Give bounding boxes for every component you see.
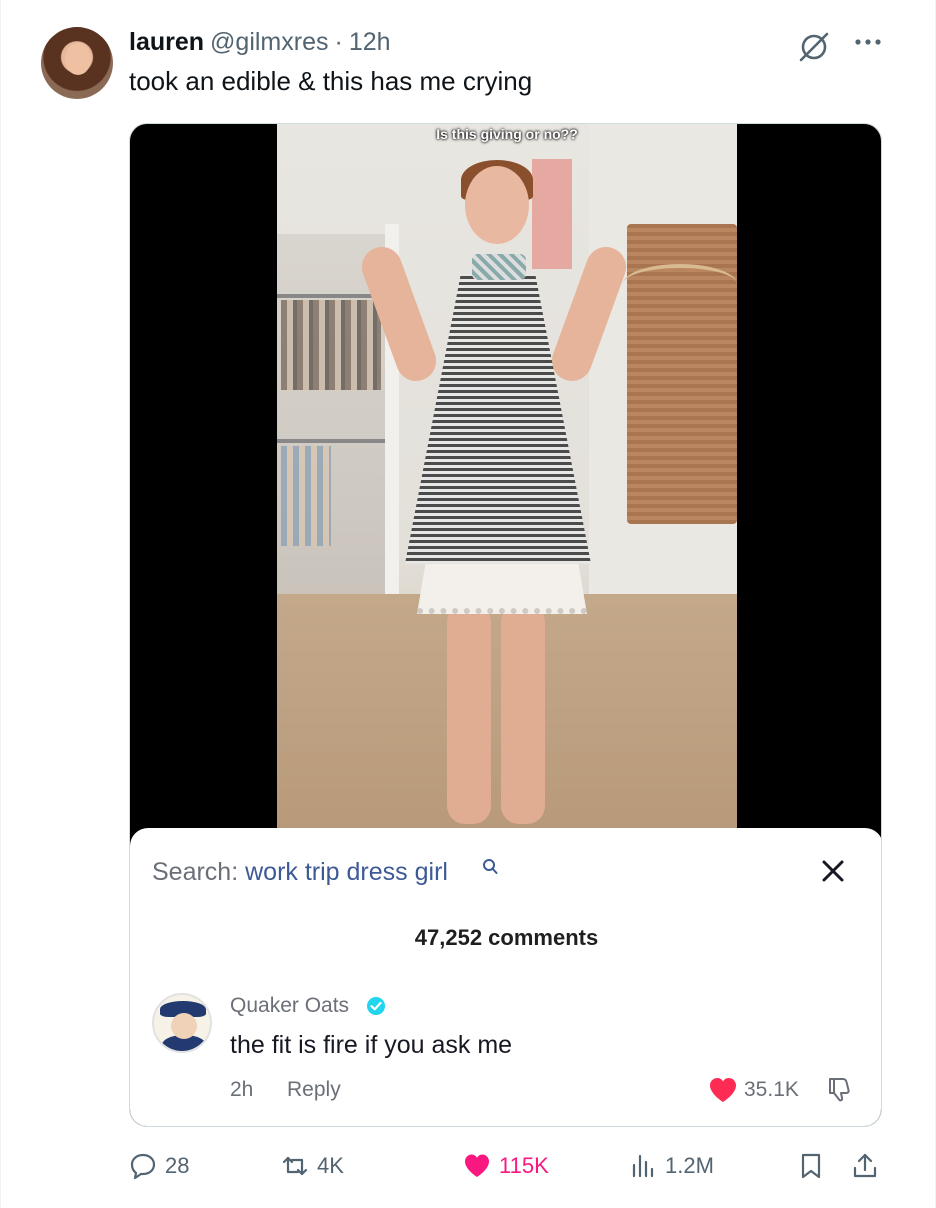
grok-icon[interactable] [797, 30, 831, 64]
comment-time: 2h [230, 1078, 254, 1101]
verified-badge-icon [367, 997, 385, 1015]
close-icon[interactable] [818, 856, 848, 886]
person-leg [447, 604, 491, 824]
share-icon [853, 1153, 877, 1178]
bookmark-icon [801, 1153, 821, 1179]
comments-card: Search: work trip dress girl 47,252 comm… [130, 828, 881, 1126]
commenter-name[interactable]: Quaker Oats [230, 994, 349, 1018]
share-button[interactable] [851, 1148, 879, 1184]
hanger [623, 264, 737, 304]
person-head [465, 166, 529, 244]
heart-icon[interactable] [708, 1076, 738, 1104]
pink-towel [532, 159, 572, 269]
gingham-dress [405, 274, 591, 564]
view-count: 1.2M [665, 1153, 714, 1178]
video-frame[interactable]: Is this giving or no?? [277, 124, 737, 834]
reply-count: 28 [165, 1153, 190, 1178]
tweet-header: lauren @gilmxres · 12h [129, 28, 391, 60]
more-options-icon[interactable] [851, 30, 885, 54]
eyelet-slip [417, 564, 587, 614]
user-avatar[interactable] [41, 27, 113, 99]
search-query[interactable]: work trip dress girl [245, 858, 448, 886]
closet [277, 234, 387, 654]
dislike-icon[interactable] [824, 1074, 854, 1104]
comment-likes: 35.1K [744, 1078, 799, 1101]
comment-reply-button[interactable]: Reply [287, 1078, 341, 1102]
tweet-media[interactable]: Is this giving or no?? Search: work trip… [129, 123, 882, 1127]
like-count: 115K [499, 1153, 549, 1178]
neck-scarf [472, 254, 526, 280]
tweet-time[interactable]: 12h [349, 28, 391, 57]
views-button[interactable]: 1.2M [629, 1148, 714, 1184]
repost-button[interactable]: 4K [281, 1148, 344, 1184]
tweet-text: took an edible & this has me crying [129, 66, 533, 96]
like-button[interactable]: 115K [463, 1148, 549, 1184]
repost-count: 4K [317, 1153, 344, 1178]
bookmark-button[interactable] [797, 1148, 825, 1184]
tweet-container: lauren @gilmxres · 12h took an edible & … [0, 0, 936, 1208]
search-row[interactable]: Search: work trip dress girl [152, 858, 448, 887]
comment-text: the fit is fire if you ask me [230, 1031, 513, 1059]
comment-count: 47,252 comments [414, 925, 599, 950]
display-name[interactable]: lauren [129, 28, 204, 57]
commenter-avatar[interactable] [152, 993, 212, 1053]
repost-icon [282, 1156, 308, 1176]
reply-icon [130, 1153, 156, 1180]
tweet-actions: 28 4K 115K 1.2M [129, 1148, 885, 1184]
analytics-icon [632, 1154, 654, 1178]
separator-dot: · [334, 28, 343, 56]
person-leg [501, 604, 545, 824]
reply-button[interactable]: 28 [129, 1148, 189, 1184]
search-label: Search: [152, 858, 239, 886]
heart-filled-icon [465, 1154, 489, 1177]
video-caption: Is this giving or no?? [436, 126, 578, 142]
search-icon[interactable] [482, 858, 498, 876]
user-handle[interactable]: @gilmxres [210, 28, 328, 57]
